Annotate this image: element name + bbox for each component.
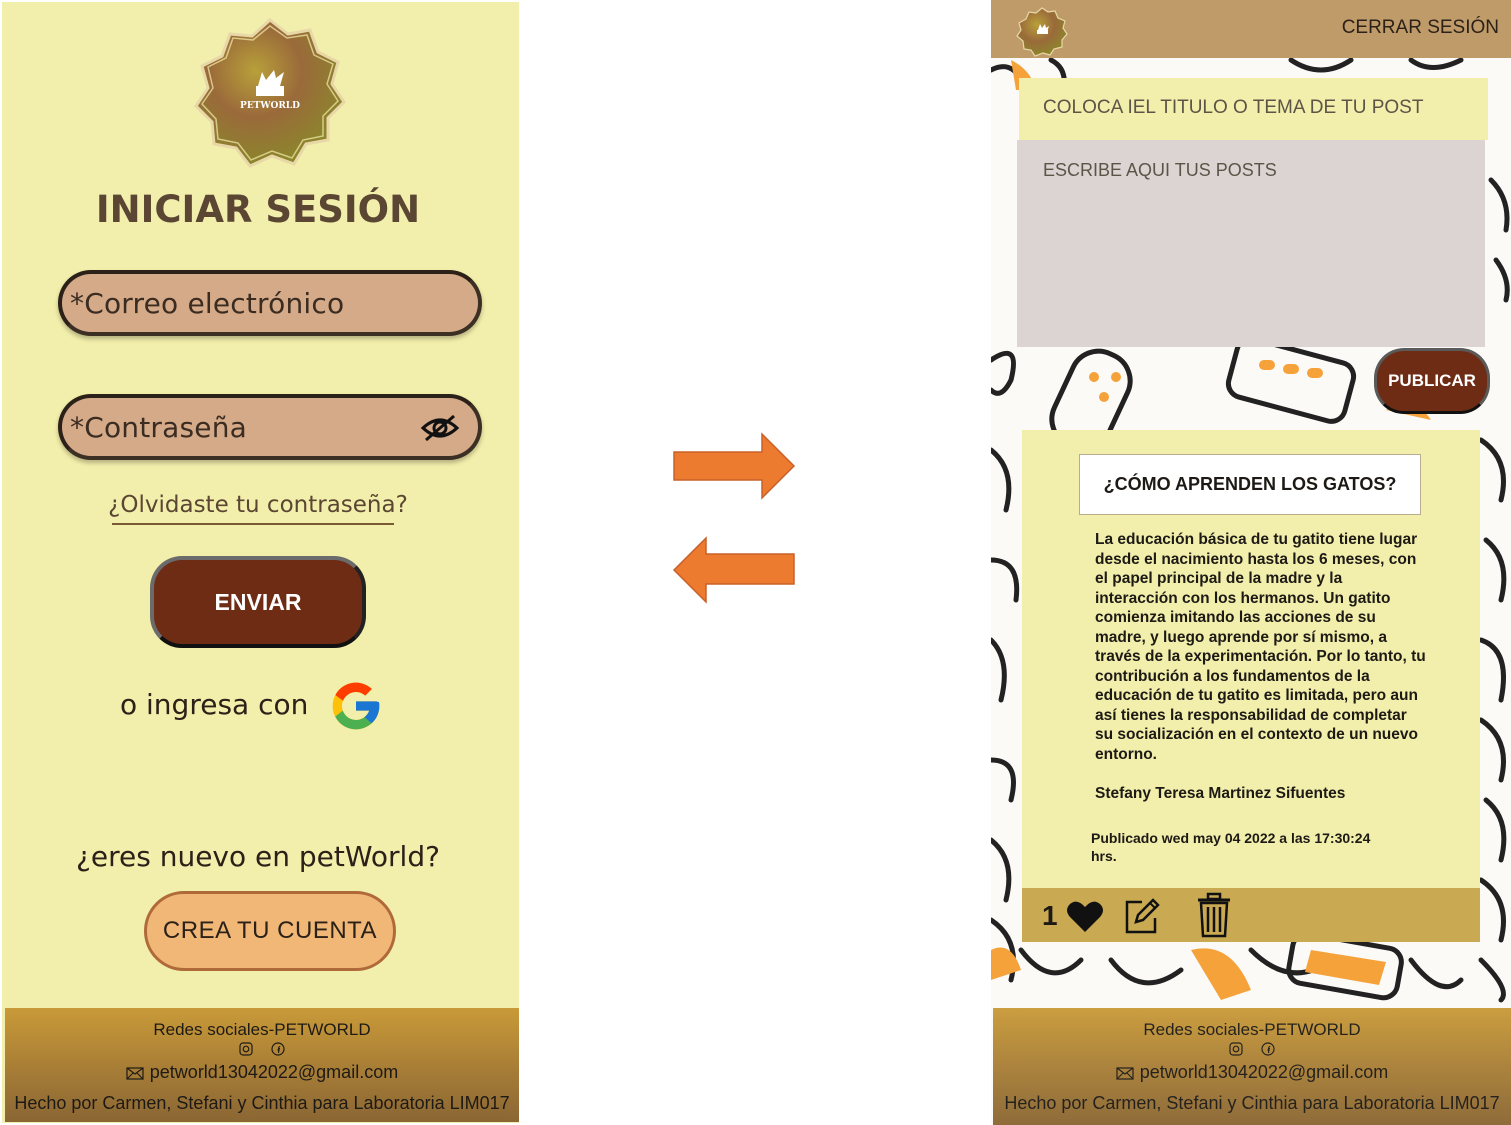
heart-icon[interactable] <box>1066 898 1104 934</box>
top-bar: CERRAR SESIÓN <box>991 0 1511 58</box>
post-date: Publicado wed may 04 2022 a las 17:30:24… <box>1091 830 1371 864</box>
publish-button[interactable]: PUBLICAR <box>1374 348 1490 414</box>
logout-button[interactable]: CERRAR SESIÓN <box>1342 17 1499 39</box>
post-body: La educación básica de tu gatito tiene l… <box>1095 531 1426 763</box>
facebook-icon[interactable] <box>271 1042 285 1056</box>
create-account-button[interactable]: CREA TU CUENTA <box>144 891 396 971</box>
navigation-arrows <box>672 432 796 604</box>
arrow-right-icon <box>673 432 796 500</box>
post-card: ¿CÓMO APRENDEN LOS GATOS? La educación b… <box>1022 430 1480 942</box>
post-title: ¿CÓMO APRENDEN LOS GATOS? <box>1079 454 1421 515</box>
login-footer: Redes sociales-PETWORLD petworld13042022… <box>5 1008 519 1122</box>
post-body-placeholder: ESCRIBE AQUI TUS POSTS <box>1043 160 1277 180</box>
feed-footer: Redes sociales-PETWORLD petworld13042022… <box>993 1008 1511 1125</box>
trash-icon[interactable] <box>1196 892 1232 938</box>
edit-icon[interactable] <box>1122 896 1162 936</box>
footer-email[interactable]: petworld13042022@gmail.com <box>150 1062 398 1082</box>
post-title-input[interactable]: COLOCA IEL TITULO O TEMA DE TU POST <box>1019 78 1488 140</box>
post-author: Stefany Teresa Martinez Sifuentes <box>1095 785 1346 802</box>
post-title-placeholder: COLOCA IEL TITULO O TEMA DE TU POST <box>1043 97 1424 118</box>
svg-text:PETWORLD: PETWORLD <box>240 101 300 111</box>
login-title: INICIAR SESIÓN <box>95 188 421 231</box>
petworld-logo[interactable] <box>1016 6 1068 58</box>
feed-screen: CERRAR SESIÓN COLOCA IEL TITULO O TEMA D… <box>991 0 1511 1125</box>
footer-email[interactable]: petworld13042022@gmail.com <box>1140 1062 1388 1082</box>
forgot-password-link[interactable]: ¿Olvidaste tu contraseña? <box>2 492 514 518</box>
footer-social-title: Redes sociales-PETWORLD <box>1143 1020 1361 1039</box>
footer-email-row: petworld13042022@gmail.com <box>5 1062 519 1083</box>
login-screen: PETWORLD INICIAR SESIÓN *Correo electrón… <box>2 2 519 1123</box>
post-body-textarea[interactable]: ESCRIBE AQUI TUS POSTS <box>1017 140 1485 347</box>
submit-button[interactable]: ENVIAR <box>150 556 366 648</box>
mail-icon <box>1116 1067 1134 1080</box>
footer-credits: Hecho por Carmen, Stefani y Cinthia para… <box>1004 1093 1500 1113</box>
new-user-text: ¿eres nuevo en petWorld? <box>76 840 440 873</box>
eye-off-icon[interactable] <box>420 412 460 444</box>
mail-icon <box>126 1067 144 1080</box>
footer-email-row: petworld13042022@gmail.com <box>993 1062 1511 1083</box>
instagram-icon[interactable] <box>1229 1042 1243 1056</box>
google-icon[interactable] <box>328 678 384 734</box>
footer-social-icons <box>993 1042 1511 1060</box>
alt-login-text: o ingresa con <box>120 688 309 721</box>
petworld-logo: PETWORLD <box>194 18 346 168</box>
like-count: 1 <box>1042 900 1058 931</box>
instagram-icon[interactable] <box>239 1042 253 1056</box>
password-field[interactable]: *Contraseña <box>58 394 482 460</box>
forgot-link-underline <box>112 523 394 525</box>
footer-social-title: Redes sociales-PETWORLD <box>153 1020 371 1039</box>
facebook-icon[interactable] <box>1261 1042 1275 1056</box>
email-placeholder: *Correo electrónico <box>70 287 345 320</box>
arrow-left-icon <box>672 536 795 604</box>
post-actions-bar: 1 <box>1022 888 1480 942</box>
footer-social-icons <box>5 1042 519 1060</box>
password-placeholder: *Contraseña <box>70 411 247 444</box>
email-field[interactable]: *Correo electrónico <box>58 270 482 336</box>
footer-credits: Hecho por Carmen, Stefani y Cinthia para… <box>14 1093 510 1113</box>
